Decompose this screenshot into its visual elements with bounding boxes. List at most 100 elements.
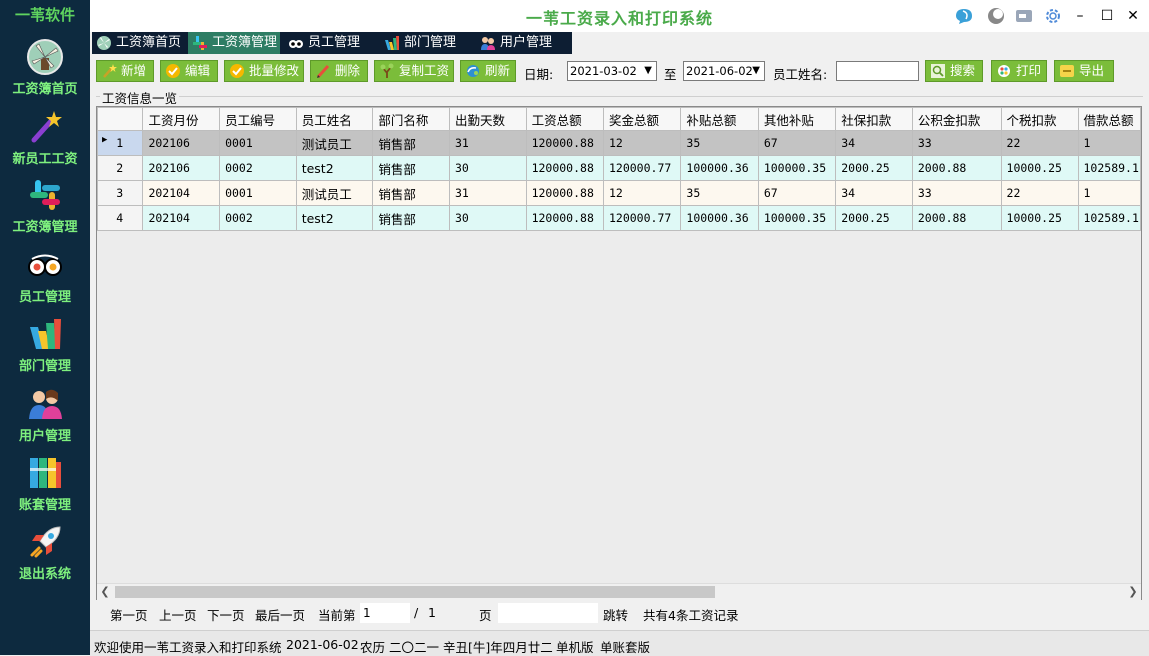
tab-department-management[interactable]: 部门管理 [380, 32, 472, 54]
jump-page-input[interactable] [498, 603, 598, 623]
table-cell: 10000.25 [1000, 205, 1079, 231]
tab-salary-home[interactable]: 工资簿首页 [92, 32, 188, 54]
status-lunar-date: 农历 二〇二一 辛丑[牛]年四月廿二 [360, 640, 553, 655]
toolbar: 新增 编辑 批量修改 删除 复制工资 刷新 日期: 2021-03-02 ▼ 至 … [92, 56, 1149, 86]
sidebar-item-label: 部门管理 [18, 359, 71, 374]
table-row[interactable]: ▶ 1 202106 0001 测试员工 销售部 31 120000.88 12 35 67 34 33… [97, 130, 1141, 156]
column-header[interactable]: 出勤天数 [448, 107, 527, 131]
close-icon[interactable]: ✕ [1123, 6, 1143, 26]
sidebar-item-label: 工资簿管理 [12, 220, 78, 235]
jump-button[interactable]: 跳转 [603, 605, 628, 624]
last-page-link[interactable]: 最后一页 [255, 605, 305, 624]
refresh-button[interactable]: 刷新 [460, 60, 516, 82]
sidebar-item-user-management[interactable]: 用户管理 [0, 379, 90, 445]
page-label: 页 [479, 608, 492, 623]
salary-grid[interactable]: 工资月份 员工编号 员工姓名 部门名称 出勤天数 工资总额 奖金总额 补贴总额 … [96, 106, 1142, 600]
add-button[interactable]: 新增 [96, 60, 154, 82]
column-header[interactable]: 借款总额 [1077, 107, 1141, 131]
app-logo: 一苇软件 [14, 6, 75, 24]
date-to-picker[interactable]: 2021-06-02 ▼ [683, 61, 765, 81]
sidebar-item-department-management[interactable]: 部门管理 [0, 309, 90, 375]
maximize-icon[interactable]: ☐ [1097, 6, 1117, 26]
table-cell: 10000.25 [1000, 155, 1079, 181]
table-cell: 120000.88 [525, 180, 604, 206]
tab-employee-management[interactable]: 员工管理 [284, 32, 376, 54]
message-icon[interactable] [1014, 6, 1034, 26]
magic-wand-icon [31, 111, 62, 143]
column-header[interactable]: 补贴总额 [680, 107, 759, 131]
column-header[interactable]: 工资总额 [525, 107, 604, 131]
row-header[interactable]: ▶ 1 [97, 130, 144, 156]
column-header[interactable]: 工资月份 [142, 107, 221, 131]
sidebar-item-salary-book-management[interactable]: 工资簿管理 [0, 170, 90, 236]
date-from-picker[interactable]: 2021-03-02 ▼ [567, 61, 657, 81]
edit-button[interactable]: 编辑 [160, 60, 218, 82]
tab-label: 员工管理 [308, 35, 361, 50]
table-cell: 120000.77 [602, 205, 682, 231]
table-cell: 12 [602, 130, 682, 156]
table-cell: 1 [1077, 180, 1141, 206]
print-button[interactable]: 打印 [991, 60, 1047, 82]
scrollbar-thumb[interactable] [115, 586, 715, 598]
slack-icon [30, 180, 60, 210]
tab-salary-book-management[interactable]: 工资簿管理 [188, 32, 280, 54]
column-header[interactable]: 奖金总额 [602, 107, 682, 131]
windmill-icon [97, 36, 111, 50]
row-header[interactable]: 4 [97, 205, 144, 231]
table-cell: 33 [911, 130, 1002, 156]
table-row[interactable]: 2 202106 0002 test2 销售部 30 120000.88 120000.77 1… [97, 155, 1141, 181]
sidebar-item-new-employee-salary[interactable]: 新员工工资 [0, 102, 90, 168]
windmill-icon [27, 39, 63, 75]
table-cell: 100000.35 [757, 205, 837, 231]
column-header[interactable]: 个税扣款 [1000, 107, 1079, 131]
delete-button[interactable]: 删除 [310, 60, 368, 82]
tab-label: 工资簿管理 [212, 35, 278, 50]
prev-page-link[interactable]: 上一页 [159, 605, 197, 624]
column-header[interactable]: 员工姓名 [295, 107, 374, 131]
table-cell: 202106 [142, 130, 221, 156]
skin-icon[interactable] [986, 6, 1006, 26]
batch-edit-button[interactable]: 批量修改 [224, 60, 304, 82]
column-header[interactable]: 员工编号 [219, 107, 297, 131]
column-header[interactable]: 其他补贴 [757, 107, 837, 131]
status-bar: 欢迎使用一苇工资录入和打印系统 2021-06-02 农历 二〇二一 辛丑[牛]… [90, 630, 1149, 656]
page-separator: / [414, 605, 419, 620]
row-header[interactable]: 2 [97, 155, 144, 181]
table-row[interactable]: 4 202104 0002 test2 销售部 30 120000.88 120000.77 1… [97, 205, 1141, 231]
tab-label: 工资簿首页 [116, 35, 182, 50]
table-cell: 销售部 [372, 155, 450, 181]
table-cell: 120000.88 [525, 155, 604, 181]
edit-icon [166, 64, 180, 78]
sidebar-item-label: 账套管理 [18, 498, 71, 513]
chat-icon[interactable] [954, 6, 974, 26]
scroll-left-icon[interactable]: ❮ [97, 584, 113, 600]
current-row-marker-icon: ▶ [102, 135, 108, 145]
minimize-icon[interactable]: – [1070, 6, 1090, 26]
copy-salary-button[interactable]: 复制工资 [374, 60, 454, 82]
column-header[interactable]: 社保扣款 [835, 107, 913, 131]
table-cell: 202104 [142, 205, 221, 231]
column-header[interactable]: 部门名称 [372, 107, 450, 131]
search-button[interactable]: 搜索 [925, 60, 983, 82]
row-header[interactable]: 3 [97, 180, 144, 206]
users-icon [29, 389, 62, 419]
settings-gear-icon[interactable] [1043, 6, 1063, 26]
pagination-bar: 第一页 上一页 下一页 最后一页 当前第 1 / 1 页 跳转 共有4条工资记录 [96, 601, 1143, 625]
export-button[interactable]: 导出 [1054, 60, 1114, 82]
sidebar-item-account-set-management[interactable]: 账套管理 [0, 448, 90, 514]
scroll-right-icon[interactable]: ❯ [1125, 584, 1141, 600]
sidebar-item-exit-system[interactable]: 退出系统 [0, 517, 90, 583]
current-page-input[interactable]: 1 [360, 603, 410, 623]
tab-user-management[interactable]: 用户管理 [476, 32, 572, 54]
first-page-link[interactable]: 第一页 [110, 605, 148, 624]
export-icon [1060, 65, 1074, 77]
sidebar-item-employee-management[interactable]: 员工管理 [0, 240, 90, 306]
next-page-link[interactable]: 下一页 [207, 605, 245, 624]
horizontal-scrollbar[interactable]: ❮ ❯ [97, 583, 1141, 600]
employee-name-input[interactable] [836, 61, 919, 81]
table-cell: 30 [448, 205, 527, 231]
table-row[interactable]: 3 202104 0001 测试员工 销售部 31 120000.88 12 35 67 34 33 2… [97, 180, 1141, 206]
sidebar-item-salary-home[interactable]: 工资簿首页 [0, 32, 90, 98]
table-cell: 67 [757, 180, 837, 206]
column-header[interactable]: 公积金扣款 [911, 107, 1002, 131]
